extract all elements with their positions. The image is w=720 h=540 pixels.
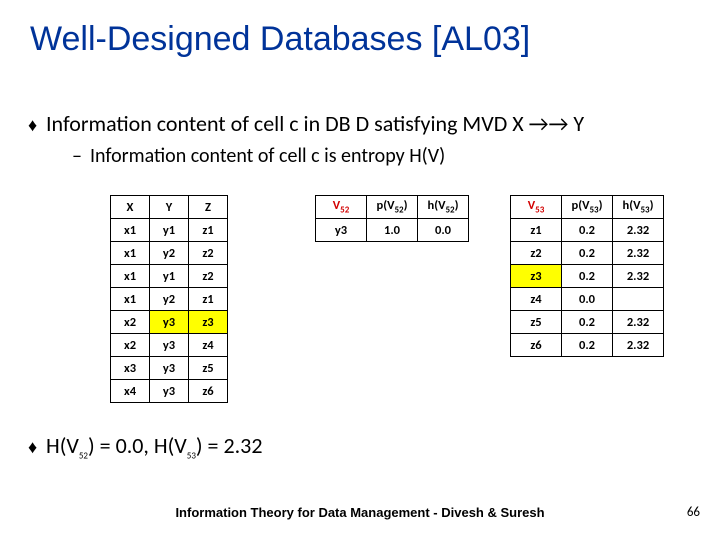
col-header: h(V52) [418, 196, 469, 219]
cell: y3 [150, 334, 189, 357]
cell [613, 288, 664, 311]
table-row: x1y2z1 [111, 288, 228, 311]
bullet-main: ♦ Information content of cell c in DB D … [0, 110, 720, 138]
cell: x1 [111, 265, 150, 288]
table-v53: V53p(V53)h(V53)z10.22.32z20.22.32z30.22.… [510, 195, 664, 357]
cell: y2 [150, 242, 189, 265]
cell: 1.0 [367, 219, 418, 242]
col-header: Z [189, 196, 228, 219]
cell: z4 [511, 288, 562, 311]
cell: 0.0 [562, 288, 613, 311]
cell: z2 [189, 265, 228, 288]
cell: 2.32 [613, 219, 664, 242]
cell: x1 [111, 288, 150, 311]
table-row: x1y1z1 [111, 219, 228, 242]
cell: 2.32 [613, 311, 664, 334]
cell: z1 [189, 219, 228, 242]
cell: 0.0 [418, 219, 469, 242]
cell: z6 [189, 380, 228, 403]
cell: y3 [150, 357, 189, 380]
slide-title: Well-Designed Databases [AL03] [30, 20, 530, 59]
cell: x2 [111, 311, 150, 334]
page-number: 66 [687, 505, 700, 520]
col-header: Y [150, 196, 189, 219]
cell: x1 [111, 219, 150, 242]
table-row: x1y1z2 [111, 265, 228, 288]
cell: 2.32 [613, 265, 664, 288]
col-header: h(V53) [613, 196, 664, 219]
table-row: x2y3z4 [111, 334, 228, 357]
cell: z2 [189, 242, 228, 265]
footer-text: Information Theory for Data Management -… [0, 505, 720, 520]
cell: z5 [189, 357, 228, 380]
table-row: z50.22.32 [511, 311, 664, 334]
table-row: z20.22.32 [511, 242, 664, 265]
cell: x3 [111, 357, 150, 380]
cell: 2.32 [613, 334, 664, 357]
col-header: p(V52) [367, 196, 418, 219]
cell: z3 [189, 311, 228, 334]
cell: 0.2 [562, 242, 613, 265]
cell: 0.2 [562, 334, 613, 357]
content-area: ♦ Information content of cell c in DB D … [0, 110, 720, 168]
cell: x4 [111, 380, 150, 403]
cell: x2 [111, 334, 150, 357]
cell: y1 [150, 265, 189, 288]
table-row: x4y3z6 [111, 380, 228, 403]
table-relation: XYZx1y1z1x1y2z2x1y1z2x1y2z1x2y3z3x2y3z4x… [110, 195, 228, 403]
table-row: y31.00.0 [316, 219, 469, 242]
summary-bullet: ♦ H(V52) = 0.0, H(V53) = 2.32 [0, 432, 720, 462]
table-header-row: V52p(V52)h(V52) [316, 196, 469, 219]
cell: y3 [150, 311, 189, 334]
table-row: x1y2z2 [111, 242, 228, 265]
cell: 0.2 [562, 265, 613, 288]
sub-bullet: – Information content of cell c is entro… [0, 144, 720, 168]
sub-bullet-text: Information content of cell c is entropy… [90, 144, 445, 168]
diamond-icon: ♦ [28, 114, 46, 137]
diamond-icon: ♦ [28, 436, 46, 459]
cell: y3 [150, 380, 189, 403]
table-header-row: V53p(V53)h(V53) [511, 196, 664, 219]
cell: z1 [189, 288, 228, 311]
cell: 0.2 [562, 311, 613, 334]
cell: y1 [150, 219, 189, 242]
bullet-main-text: Information content of cell c in DB D sa… [46, 110, 720, 138]
cell: z3 [511, 265, 562, 288]
cell: z1 [511, 219, 562, 242]
cell: z4 [189, 334, 228, 357]
table-row: x2y3z3 [111, 311, 228, 334]
cell: y2 [150, 288, 189, 311]
table-row: z30.22.32 [511, 265, 664, 288]
table-row: z60.22.32 [511, 334, 664, 357]
slide: Well-Designed Databases [AL03] ♦ Informa… [0, 0, 720, 540]
cell: 2.32 [613, 242, 664, 265]
table-row: z10.22.32 [511, 219, 664, 242]
summary-text: H(V52) = 0.0, H(V53) = 2.32 [46, 432, 720, 462]
col-header: X [111, 196, 150, 219]
cell: z2 [511, 242, 562, 265]
col-header: p(V53) [562, 196, 613, 219]
table-row: z40.0 [511, 288, 664, 311]
table-header-row: XYZ [111, 196, 228, 219]
cell: 0.2 [562, 219, 613, 242]
table-row: x3y3z5 [111, 357, 228, 380]
cell: y3 [316, 219, 367, 242]
dash-icon: – [72, 144, 90, 168]
table-v52: V52p(V52)h(V52)y31.00.0 [315, 195, 469, 242]
cell: z6 [511, 334, 562, 357]
col-header: V53 [511, 196, 562, 219]
cell: x1 [111, 242, 150, 265]
col-header: V52 [316, 196, 367, 219]
cell: z5 [511, 311, 562, 334]
